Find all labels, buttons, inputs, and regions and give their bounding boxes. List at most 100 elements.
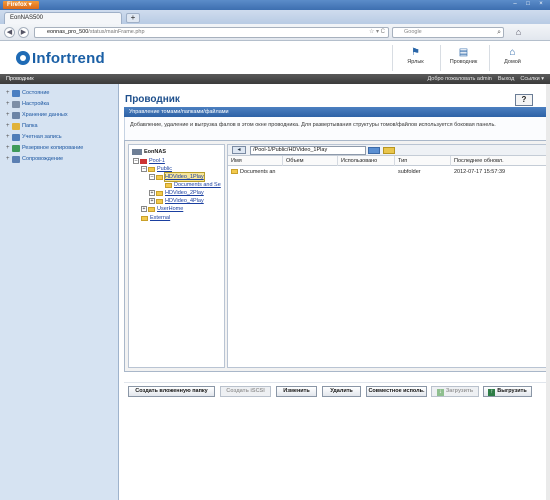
tree-node-hdvideo-1[interactable]: – HDVideo_1Play bbox=[149, 172, 205, 182]
section-description: Добавление, удаление и выгрузка фалов в … bbox=[124, 117, 550, 140]
close-icon[interactable]: × bbox=[536, 1, 546, 8]
search-input[interactable]: Google ⌕ bbox=[392, 27, 504, 38]
tree-node-pool[interactable]: – Pool-1 bbox=[133, 157, 165, 165]
maintenance-icon bbox=[12, 156, 20, 163]
back-arrow-icon[interactable]: ◀ bbox=[4, 27, 15, 38]
folder-icon bbox=[141, 215, 148, 221]
sidebar-item-storage[interactable]: + Хранение данных bbox=[0, 110, 118, 121]
firefox-menu-label: Firefox bbox=[7, 2, 28, 8]
cell-name-text: Documents an bbox=[240, 169, 276, 175]
home-button[interactable]: ⌂ Домой bbox=[489, 45, 535, 71]
folder-icon bbox=[231, 169, 238, 175]
browser-tab[interactable]: EonNAS500 bbox=[4, 12, 122, 24]
collapse-icon[interactable]: – bbox=[133, 158, 139, 164]
sidebar-item-settings[interactable]: + Настройка bbox=[0, 99, 118, 110]
browser-title-bar: Firefox ▾ – □ × bbox=[0, 0, 550, 10]
table-row[interactable]: Documents an subfolder 2012-07-17 15:57:… bbox=[228, 167, 546, 177]
expand-icon[interactable]: + bbox=[6, 143, 11, 154]
expand-icon[interactable]: + bbox=[6, 121, 11, 132]
status-icon bbox=[12, 90, 20, 97]
main-content: Проводник ? Управление томами/папками/фа… bbox=[120, 84, 550, 500]
download-button[interactable]: ↓ Загрузить bbox=[431, 386, 479, 397]
upload-button[interactable]: ↑ Выгрузить bbox=[483, 386, 532, 397]
page-title: Проводник bbox=[125, 94, 180, 105]
window-edge bbox=[546, 84, 550, 500]
tree-node-hdvideo-4[interactable]: + HDVideo_4Play bbox=[149, 197, 204, 205]
tree-node-hdvideo-2[interactable]: + HDVideo_2Play bbox=[149, 189, 204, 197]
sidebar-item-account[interactable]: + Учетная запись bbox=[0, 132, 118, 143]
logout-link[interactable]: Выход bbox=[498, 74, 514, 84]
search-icon[interactable]: ⌕ bbox=[497, 28, 501, 37]
tree-root[interactable]: EonNAS bbox=[132, 148, 166, 156]
forward-arrow-icon[interactable]: ▶ bbox=[18, 27, 29, 38]
edit-button[interactable]: Изменить bbox=[276, 386, 317, 397]
folder-icon bbox=[165, 182, 172, 188]
new-folder-icon[interactable] bbox=[383, 147, 395, 154]
explorer-label: Проводник bbox=[449, 59, 478, 65]
app-header: Infortrend ⚑ Ярлык ▤ Проводник ⌂ Домой bbox=[0, 42, 550, 74]
tree-node-label: Documents and Se bbox=[174, 182, 221, 188]
browser-home-icon[interactable]: ⌂ bbox=[512, 27, 525, 38]
column-header-size[interactable]: Объем bbox=[283, 156, 338, 166]
new-tab-button[interactable]: + bbox=[126, 13, 140, 23]
expand-icon[interactable]: + bbox=[6, 154, 11, 165]
logo-mark-icon bbox=[16, 51, 30, 65]
tree-node-public[interactable]: – Public bbox=[141, 165, 172, 173]
view-list-icon[interactable] bbox=[368, 147, 380, 154]
sidebar-item-folder[interactable]: + Папка bbox=[0, 121, 118, 132]
tree-node-label: HDVideo_1Play bbox=[164, 172, 205, 182]
collapse-icon[interactable]: – bbox=[149, 174, 155, 180]
collapse-icon[interactable]: – bbox=[141, 166, 147, 172]
explorer-button[interactable]: ▤ Проводник bbox=[440, 45, 486, 71]
links-menu[interactable]: Ссылки ▾ bbox=[520, 74, 544, 84]
sidebar-item-label: Учетная запись bbox=[22, 134, 62, 140]
minimize-icon[interactable]: – bbox=[510, 1, 520, 8]
backup-icon bbox=[12, 145, 20, 152]
sidebar-item-maintenance[interactable]: + Сопровождение bbox=[0, 154, 118, 165]
tree-node-label: Pool-1 bbox=[149, 158, 165, 164]
welcome-text: Добро пожаловать admin bbox=[427, 76, 492, 82]
sidebar-item-status[interactable]: + Состояние bbox=[0, 88, 118, 99]
user-icon bbox=[12, 134, 20, 141]
file-explorer: EonNAS – Pool-1 – Public – HDVideo_1Play… bbox=[124, 140, 550, 372]
folder-icon bbox=[148, 206, 155, 212]
folder-icon bbox=[12, 123, 20, 130]
delete-button[interactable]: Удалить bbox=[322, 386, 361, 397]
shortcut-button[interactable]: ⚑ Ярлык bbox=[392, 45, 438, 71]
help-button[interactable]: ? bbox=[515, 94, 533, 106]
sharing-button[interactable]: Совместное исполь. bbox=[366, 386, 427, 397]
tree-node-external[interactable]: External bbox=[141, 214, 170, 222]
tree-node-userhome[interactable]: + UserHome bbox=[141, 205, 183, 213]
expand-icon[interactable]: + bbox=[149, 198, 155, 204]
expand-icon[interactable]: + bbox=[141, 206, 147, 212]
shortcut-label: Ярлык bbox=[407, 59, 424, 65]
up-folder-icon[interactable]: ◂ bbox=[232, 146, 246, 154]
column-header-name[interactable]: Имя bbox=[228, 156, 283, 166]
action-buttons: Создать вложенную папку Создать iSCSI Из… bbox=[124, 382, 550, 398]
column-header-updated[interactable]: Последнее обновл. bbox=[451, 156, 546, 166]
sidebar-item-backup[interactable]: + Резервное копирование bbox=[0, 143, 118, 154]
maximize-icon[interactable]: □ bbox=[523, 1, 533, 8]
create-iscsi-button[interactable]: Создать iSCSI bbox=[220, 386, 271, 397]
column-header-used[interactable]: Использовано bbox=[338, 156, 395, 166]
cell-used bbox=[338, 167, 395, 177]
url-bar[interactable]: eonnas_pro_500/status/mainFrame.php ☆ ▾ … bbox=[34, 27, 389, 38]
pool-icon bbox=[140, 158, 147, 164]
expand-icon[interactable]: + bbox=[149, 190, 155, 196]
sidebar-item-label: Состояние bbox=[22, 90, 50, 96]
bookmark-star-icon[interactable]: ☆ ▾ C bbox=[369, 28, 385, 37]
firefox-menu-button[interactable]: Firefox ▾ bbox=[3, 1, 39, 9]
path-input[interactable]: /Pool-1/Public/HDVideo_1Play bbox=[250, 146, 366, 155]
folder-icon bbox=[156, 174, 163, 180]
logo-text: Infortrend bbox=[32, 49, 105, 67]
tab-bar: EonNAS500 + bbox=[0, 10, 550, 24]
create-subfolder-button[interactable]: Создать вложенную папку bbox=[128, 386, 215, 397]
expand-icon[interactable]: + bbox=[6, 88, 11, 99]
expand-icon[interactable]: + bbox=[6, 110, 11, 121]
infortrend-logo: Infortrend bbox=[16, 49, 105, 67]
expand-icon[interactable]: + bbox=[6, 132, 11, 143]
file-table-header: Имя Объем Использовано Тип Последнее обн… bbox=[228, 156, 546, 166]
expand-icon[interactable]: + bbox=[6, 99, 11, 110]
tree-node-documents[interactable]: Documents and Se bbox=[165, 181, 221, 189]
column-header-type[interactable]: Тип bbox=[395, 156, 451, 166]
